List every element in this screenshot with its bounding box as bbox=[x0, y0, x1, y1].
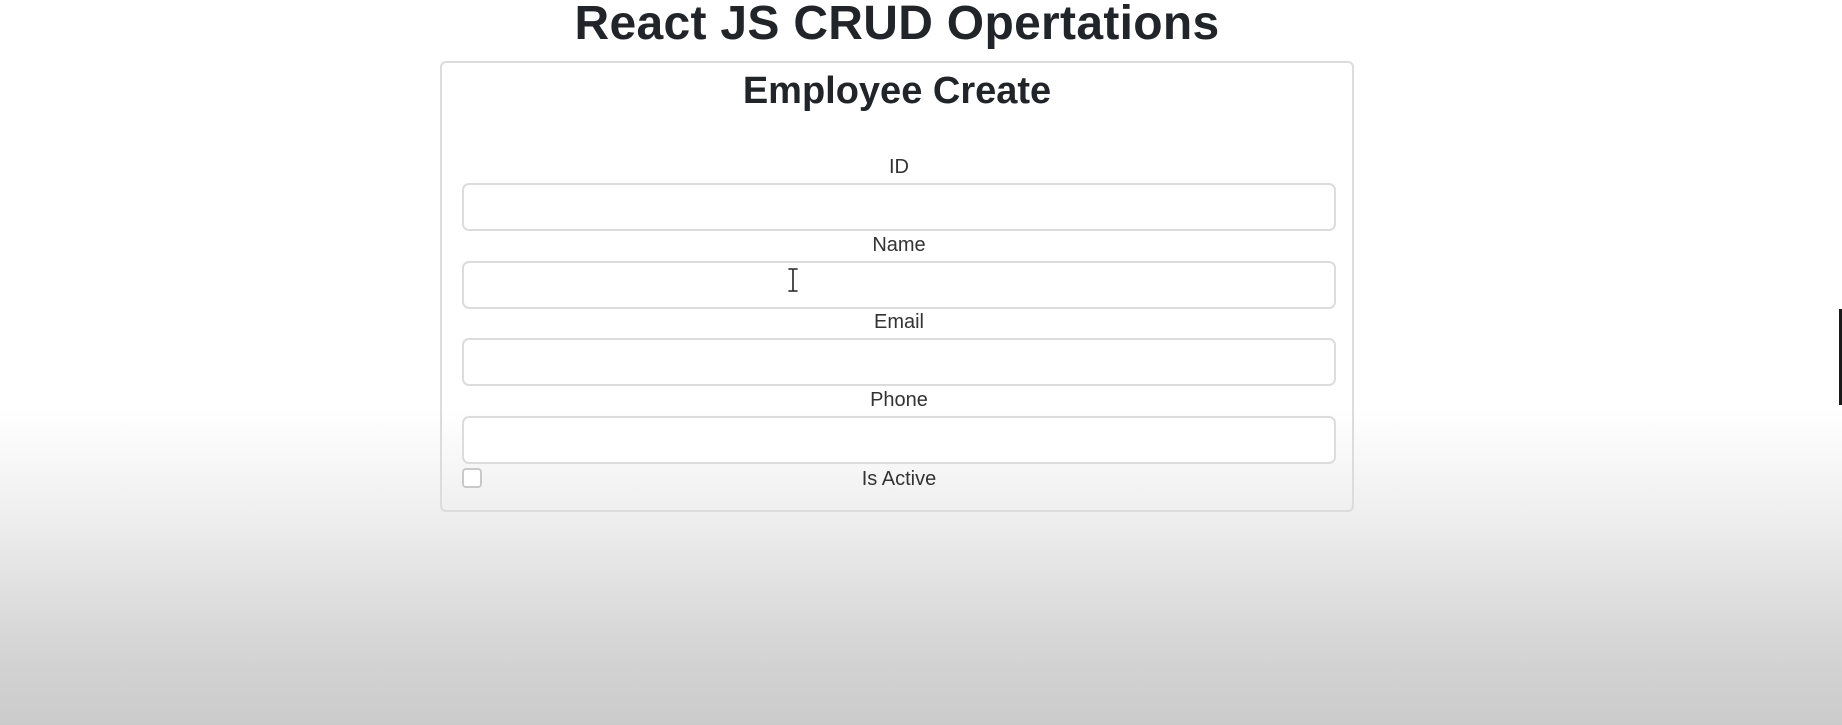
is-active-checkbox[interactable] bbox=[462, 468, 482, 488]
name-field-group: Name bbox=[462, 233, 1336, 309]
email-label: Email bbox=[873, 311, 924, 333]
id-field-group: ID bbox=[462, 155, 1336, 231]
id-label: ID bbox=[889, 156, 909, 178]
name-input[interactable] bbox=[462, 261, 1336, 309]
text-cursor-icon bbox=[788, 268, 798, 292]
employee-create-card: Employee Create ID Name Email Phone Is A… bbox=[440, 61, 1354, 512]
phone-field-group: Phone bbox=[462, 388, 1336, 464]
phone-label: Phone bbox=[870, 389, 928, 411]
name-label: Name bbox=[872, 234, 926, 256]
email-field-group: Email bbox=[462, 310, 1336, 386]
page-title: React JS CRUD Opertations bbox=[574, 0, 1220, 50]
is-active-label: Is Active bbox=[861, 468, 937, 490]
id-input[interactable] bbox=[462, 183, 1336, 231]
form-title: Employee Create bbox=[742, 70, 1052, 112]
email-input[interactable] bbox=[462, 338, 1336, 386]
phone-input[interactable] bbox=[462, 416, 1336, 464]
is-active-row: Is Active bbox=[462, 466, 1336, 492]
